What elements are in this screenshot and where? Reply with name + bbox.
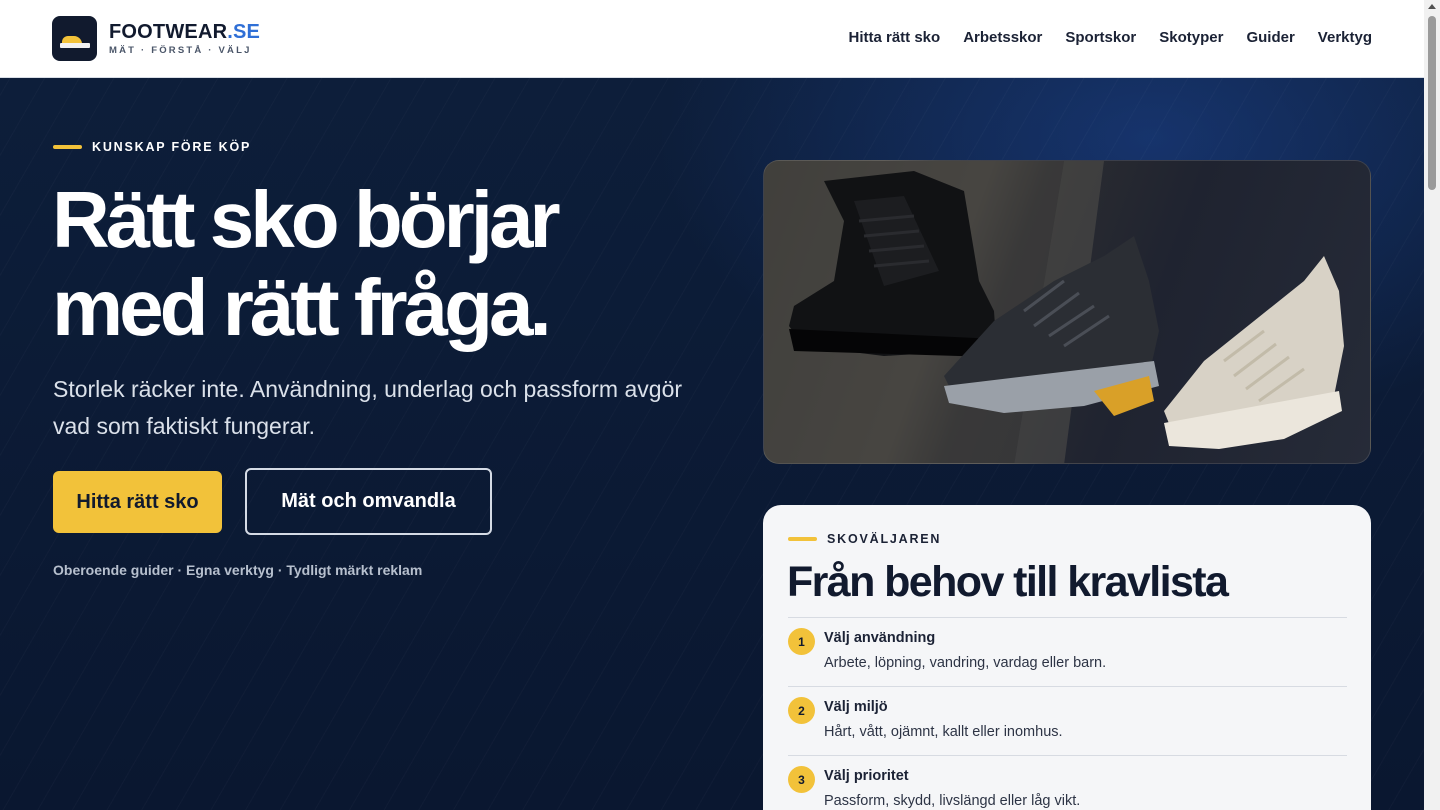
hero-eyebrow-text: KUNSKAP FÖRE KÖP <box>92 140 252 154</box>
trust-line: Oberoende guider · Egna verktyg · Tydlig… <box>53 562 423 578</box>
hero-eyebrow: KUNSKAP FÖRE KÖP <box>53 140 251 154</box>
step-title: Välj användning <box>824 630 936 646</box>
step-number-badge: 3 <box>788 766 815 793</box>
logo-tagline: MÄT · FÖRSTÅ · VÄLJ <box>109 45 252 56</box>
page-scrollbar[interactable] <box>1424 0 1440 810</box>
three-shoes-photo <box>763 160 1371 464</box>
main-nav: Hitta rätt sko Arbetsskor Sportskor Skot… <box>849 29 1373 46</box>
step-description: Hårt, vått, ojämnt, kallt eller inomhus. <box>824 724 1063 740</box>
nav-item-skotyper[interactable]: Skotyper <box>1159 29 1223 46</box>
eyebrow-accent-bar <box>53 145 82 149</box>
step-item[interactable]: 1 Välj användning Arbete, löpning, vandr… <box>788 617 1347 686</box>
site-logo[interactable]: FOOTWEAR.SE MÄT · FÖRSTÅ · VÄLJ <box>52 16 260 61</box>
nav-item-arbetsskor[interactable]: Arbetsskor <box>963 29 1042 46</box>
find-shoe-button[interactable]: Hitta rätt sko <box>53 471 222 533</box>
shoe-selector-card: SKOVÄLJAREN Från behov till kravlista 1 … <box>763 505 1371 810</box>
logo-tld: .SE <box>227 21 261 43</box>
card-title: Från behov till kravlista <box>787 558 1229 606</box>
step-title: Välj miljö <box>824 699 888 715</box>
step-title: Välj prioritet <box>824 768 909 784</box>
scroll-up-arrow-icon[interactable] <box>1428 4 1436 9</box>
step-item[interactable]: 2 Välj miljö Hårt, vått, ojämnt, kallt e… <box>788 686 1347 755</box>
step-list: 1 Välj användning Arbete, löpning, vandr… <box>788 617 1347 810</box>
measure-convert-button[interactable]: Mät och omvandla <box>245 468 492 535</box>
logo-text: FOOTWEAR.SE MÄT · FÖRSTÅ · VÄLJ <box>109 21 260 56</box>
step-description: Arbete, löpning, vandring, vardag eller … <box>824 655 1107 671</box>
nav-item-verktyg[interactable]: Verktyg <box>1318 29 1372 46</box>
hero-headline: Rätt sko börjar med rätt fråga. <box>52 176 692 352</box>
headline-line-1: Rätt sko börjar <box>52 175 561 264</box>
card-eyebrow: SKOVÄLJAREN <box>788 532 941 546</box>
step-number-badge: 2 <box>788 697 815 724</box>
headline-line-2: med rätt fråga. <box>52 263 552 352</box>
nav-item-hitta-ratt-sko[interactable]: Hitta rätt sko <box>849 29 941 46</box>
nav-item-sportskor[interactable]: Sportskor <box>1065 29 1136 46</box>
hero-lead: Storlek räcker inte. Användning, underla… <box>53 376 683 439</box>
logo-name: FOOTWEAR.SE <box>109 21 261 43</box>
step-description: Passform, skydd, livslängd eller låg vik… <box>824 793 1081 809</box>
card-accent-bar <box>788 537 817 541</box>
step-item[interactable]: 3 Välj prioritet Passform, skydd, livslä… <box>788 755 1347 810</box>
site-header: FOOTWEAR.SE MÄT · FÖRSTÅ · VÄLJ Hitta rä… <box>0 0 1424 78</box>
card-eyebrow-text: SKOVÄLJAREN <box>827 532 942 546</box>
nav-item-guider[interactable]: Guider <box>1246 29 1294 46</box>
hero-section: KUNSKAP FÖRE KÖP Rätt sko börjar med rät… <box>0 78 1424 810</box>
step-number-badge: 1 <box>788 628 815 655</box>
shoe-logo-icon <box>52 16 97 61</box>
scroll-thumb[interactable] <box>1428 16 1436 190</box>
